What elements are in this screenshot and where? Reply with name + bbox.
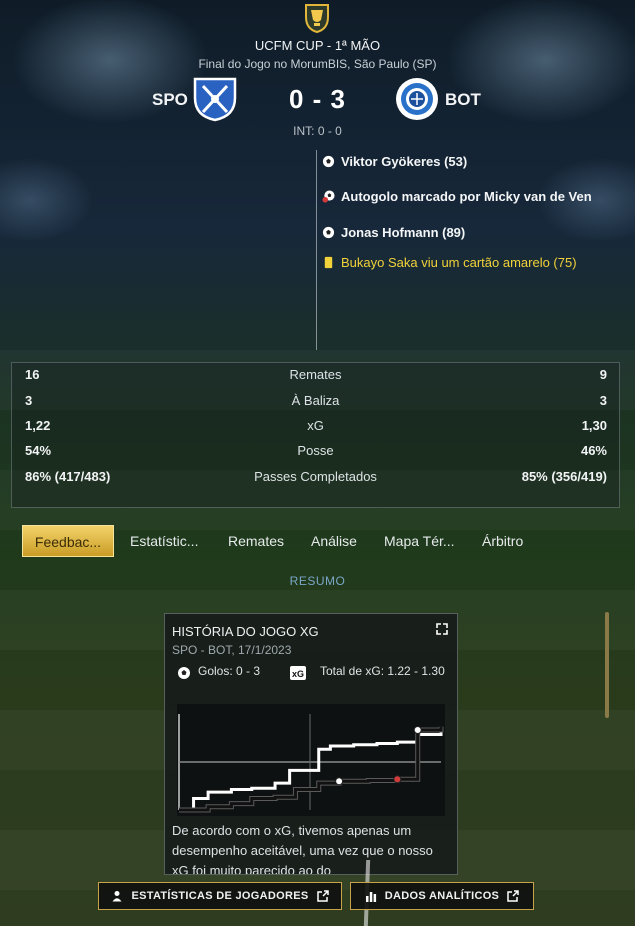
bar-chart-icon: [365, 892, 376, 902]
section-summary-label: RESUMO: [289, 574, 346, 588]
competition-name: UCFM CUP - 1ª MÃO: [254, 38, 381, 53]
xg-total-summary: Total de xG: 1.22 - 1.30: [320, 664, 445, 678]
stat-row: 16 Remates 9: [12, 367, 619, 387]
tab-feedback[interactable]: Feedbac...: [22, 525, 114, 557]
stat-away: 1,30: [581, 418, 607, 433]
stat-row: 54% Posse 46%: [12, 443, 619, 463]
stat-away: 9: [599, 367, 607, 382]
tab-analysis[interactable]: Análise: [311, 525, 357, 557]
venue-info: Final do Jogo no MorumBIS, São Paulo (SP…: [198, 57, 437, 71]
away-team-abbr[interactable]: BOT: [445, 90, 481, 110]
card-subtitle: SPO - BOT, 17/1/2023: [172, 643, 292, 657]
tab-heat-map[interactable]: Mapa Tér...: [384, 525, 455, 557]
match-event: Jonas Hofmann (89): [322, 225, 465, 240]
away-team-crest[interactable]: [394, 76, 440, 122]
stat-row: 3 À Baliza 3: [12, 393, 619, 413]
match-score: 0 - 3: [288, 84, 347, 114]
goal-marker: [335, 777, 344, 786]
goal-ball-icon: [178, 667, 190, 679]
stat-row: 1,22 xG 1,30: [12, 418, 619, 438]
cup-trophy-icon: [305, 4, 329, 33]
analytics-data-button[interactable]: DADOS ANALÍTICOS: [350, 882, 534, 910]
goal-marker: [393, 775, 402, 784]
stat-label: Posse: [297, 443, 334, 458]
stat-away: 3: [599, 393, 607, 408]
stat-label: À Baliza: [291, 393, 340, 408]
match-stats-panel: 16 Remates 9 3 À Baliza 3 1,22 xG 1,30 5…: [11, 362, 620, 508]
card-narrative: De acordo com o xG, tivemos apenas um de…: [172, 823, 433, 875]
goal-marker: [413, 726, 422, 734]
person-icon: [112, 891, 122, 902]
expand-icon[interactable]: [436, 623, 448, 635]
goals-summary: Golos: 0 - 3: [198, 664, 261, 678]
stat-away: 46%: [580, 443, 607, 458]
event-text: Autogolo marcado por Micky van de Ven: [341, 189, 592, 204]
tab-shots[interactable]: Remates: [228, 525, 284, 557]
open-external-icon: [316, 890, 329, 902]
match-event: Bukayo Saka viu um cartão amarelo (75): [322, 255, 577, 270]
player-stats-button[interactable]: ESTATÍSTICAS DE JOGADORES: [98, 882, 342, 910]
event-text: Bukayo Saka viu um cartão amarelo (75): [341, 255, 577, 270]
events-divider: [316, 150, 317, 350]
xg-icon: xG: [290, 666, 306, 680]
player-stats-label: ESTATÍSTICAS DE JOGADORES: [131, 890, 309, 902]
goal-ball-icon: [322, 155, 335, 168]
goal-ball-icon: [322, 226, 335, 239]
half-time-score: INT: 0 - 0: [293, 124, 342, 138]
stat-label: xG: [307, 418, 324, 433]
analytics-data-label: DADOS ANALÍTICOS: [384, 890, 500, 902]
event-text: Viktor Gyökeres (53): [341, 154, 468, 169]
scrollbar-thumb[interactable]: [605, 612, 609, 718]
own-goal-ball-icon: [322, 190, 335, 203]
tab-referee[interactable]: Árbitro: [482, 525, 523, 557]
open-external-icon: [507, 890, 519, 902]
tab-statistics[interactable]: Estatístic...: [130, 525, 198, 557]
svg-text:xG: xG: [292, 669, 304, 679]
stat-away: 85% (356/419): [521, 469, 607, 484]
stat-row: 86% (417/483) Passes Completados 85% (35…: [12, 469, 619, 489]
stat-label: Remates: [289, 367, 342, 382]
card-title: HISTÓRIA DO JOGO XG: [172, 624, 319, 639]
event-text: Jonas Hofmann (89): [341, 225, 466, 240]
xg-timeline-chart: [177, 704, 445, 816]
match-event: Autogolo marcado por Micky van de Ven: [322, 189, 592, 204]
xg-story-card: HISTÓRIA DO JOGO XG SPO - BOT, 17/1/2023…: [164, 613, 458, 875]
match-event: Viktor Gyökeres (53): [322, 154, 467, 169]
yellow-card-icon: [324, 256, 333, 269]
